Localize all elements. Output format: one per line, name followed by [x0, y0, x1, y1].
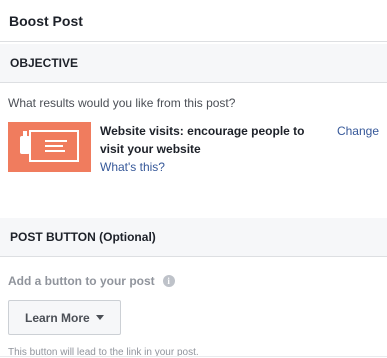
objective-title: Website visits: encourage people to visi… — [100, 124, 305, 156]
boost-post-panel: Boost Post OBJECTIVE What results would … — [0, 0, 387, 358]
objective-selection: Website visits: encourage people to visi… — [8, 122, 379, 175]
objective-question: What results would you like from this po… — [8, 96, 236, 110]
change-objective-link[interactable]: Change — [337, 122, 379, 140]
objective-text: Website visits: encourage people to visi… — [100, 122, 315, 175]
post-button-section: Add a button to your post i Learn More T… — [0, 257, 387, 358]
card-shape — [29, 130, 79, 162]
dropdown-value: Learn More — [25, 310, 90, 325]
objective-section-header: OBJECTIVE — [0, 44, 387, 83]
button-type-dropdown[interactable]: Learn More — [8, 300, 121, 335]
objective-section: What results would you like from this po… — [0, 83, 387, 218]
website-card-icon — [8, 122, 91, 172]
bottom-divider — [0, 356, 387, 357]
info-icon[interactable]: i — [162, 275, 175, 287]
whats-this-link[interactable]: What's this? — [100, 159, 315, 175]
add-button-label-row: Add a button to your post i — [8, 274, 379, 288]
post-button-section-header: POST BUTTON (Optional) — [0, 218, 387, 257]
product-shape — [20, 131, 30, 154]
panel-title: Boost Post — [0, 0, 387, 42]
chevron-down-icon — [95, 315, 104, 320]
add-button-label: Add a button to your post — [8, 274, 155, 288]
